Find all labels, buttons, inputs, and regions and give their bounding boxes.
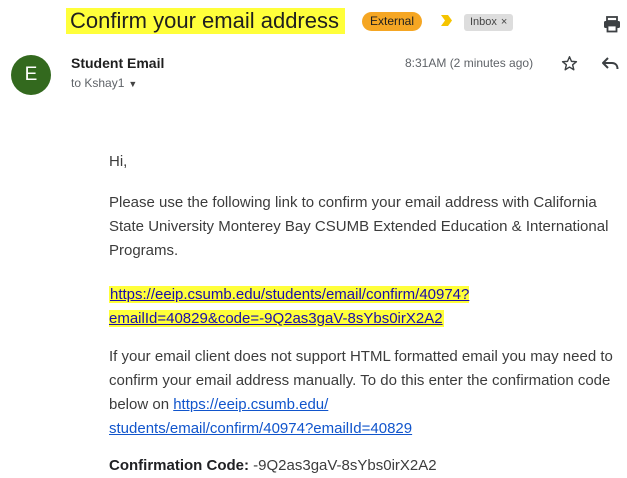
body-paragraph-manual: If your email client does not support HT… [109,345,624,441]
greeting: Hi, [109,153,128,170]
timestamp: 8:31AM (2 minutes ago) [405,56,534,70]
confirm-link[interactable]: https://eeip.csumb.edu/students/email/co… [109,286,470,327]
confirmation-code-value: -9Q2as3gaV-8sYbs0irX2A2 [249,457,437,474]
confirm-link-line2: emailId=40829&code=-9Q2as3gaV-8sYbs0irX2… [109,310,443,327]
manual-link-line2: students/email/confirm/40974?emailId=408… [109,420,413,437]
external-label: External [362,12,423,31]
star-icon[interactable] [561,55,578,72]
avatar[interactable]: E [11,55,51,95]
body-paragraph-intro: Please use the following link to confirm… [109,194,609,259]
message-body: Hi, Please use the following link to con… [109,150,624,478]
sender-name[interactable]: Student Email [71,55,164,71]
inbox-label-text: Inbox [470,16,497,28]
caret-down-icon[interactable]: ▼ [128,79,137,89]
confirmation-code-line: Confirmation Code: -9Q2as3gaV-8sYbs0irX2… [109,454,624,478]
print-icon[interactable] [603,16,621,33]
manual-link-line1: https://eeip.csumb.edu/ [173,396,329,413]
important-marker-icon[interactable] [440,14,453,27]
confirm-link-block: https://eeip.csumb.edu/students/email/co… [109,283,624,331]
email-subject: Confirm your email address [66,8,345,34]
email-view: Confirm your email address External Inbo… [0,0,627,478]
inbox-label[interactable]: Inbox × [464,14,514,31]
remove-label-icon[interactable]: × [501,16,507,28]
recipient-line[interactable]: to Kshay1 ▼ [71,76,137,90]
confirmation-code-label: Confirmation Code: [109,457,249,474]
reply-icon[interactable] [601,56,619,71]
confirm-link-line1: https://eeip.csumb.edu/students/email/co… [110,286,470,303]
subject-row: Confirm your email address External Inbo… [0,6,627,36]
recipient-text: to Kshay1 [71,76,125,90]
